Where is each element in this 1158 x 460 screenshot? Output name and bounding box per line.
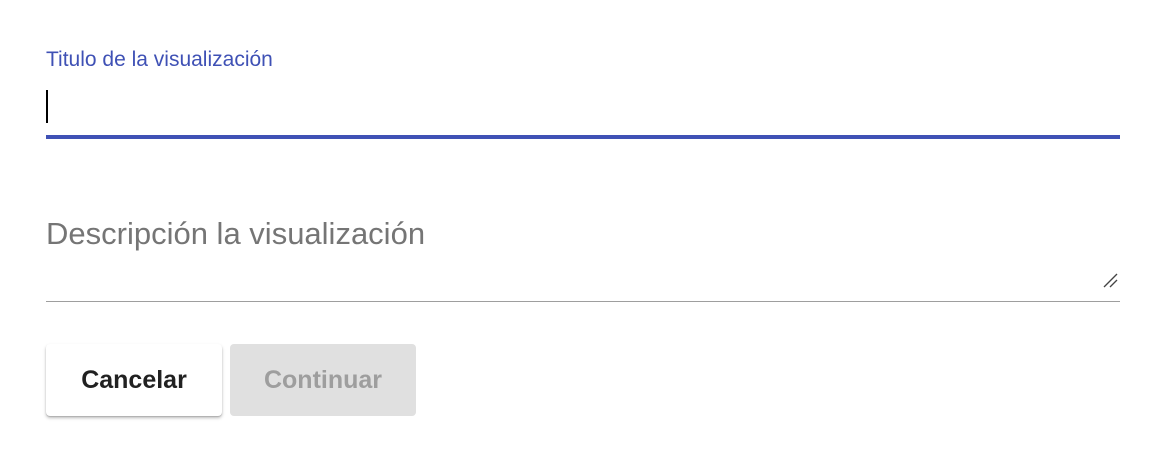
title-field: Titulo de la visualización bbox=[46, 44, 1120, 140]
text-caret bbox=[46, 90, 48, 123]
description-underline bbox=[46, 301, 1120, 302]
create-visualization-form: Titulo de la visualización Descripción l… bbox=[0, 0, 1158, 460]
continue-button[interactable]: Continuar bbox=[230, 344, 416, 416]
resize-handle-icon[interactable] bbox=[1102, 272, 1118, 288]
description-field: Descripción la visualización bbox=[46, 200, 1120, 304]
title-label: Titulo de la visualización bbox=[46, 48, 273, 71]
title-underline-focused bbox=[46, 135, 1120, 139]
cancel-button[interactable]: Cancelar bbox=[46, 344, 222, 416]
title-input[interactable] bbox=[46, 88, 1120, 128]
description-textarea[interactable] bbox=[46, 200, 1120, 296]
